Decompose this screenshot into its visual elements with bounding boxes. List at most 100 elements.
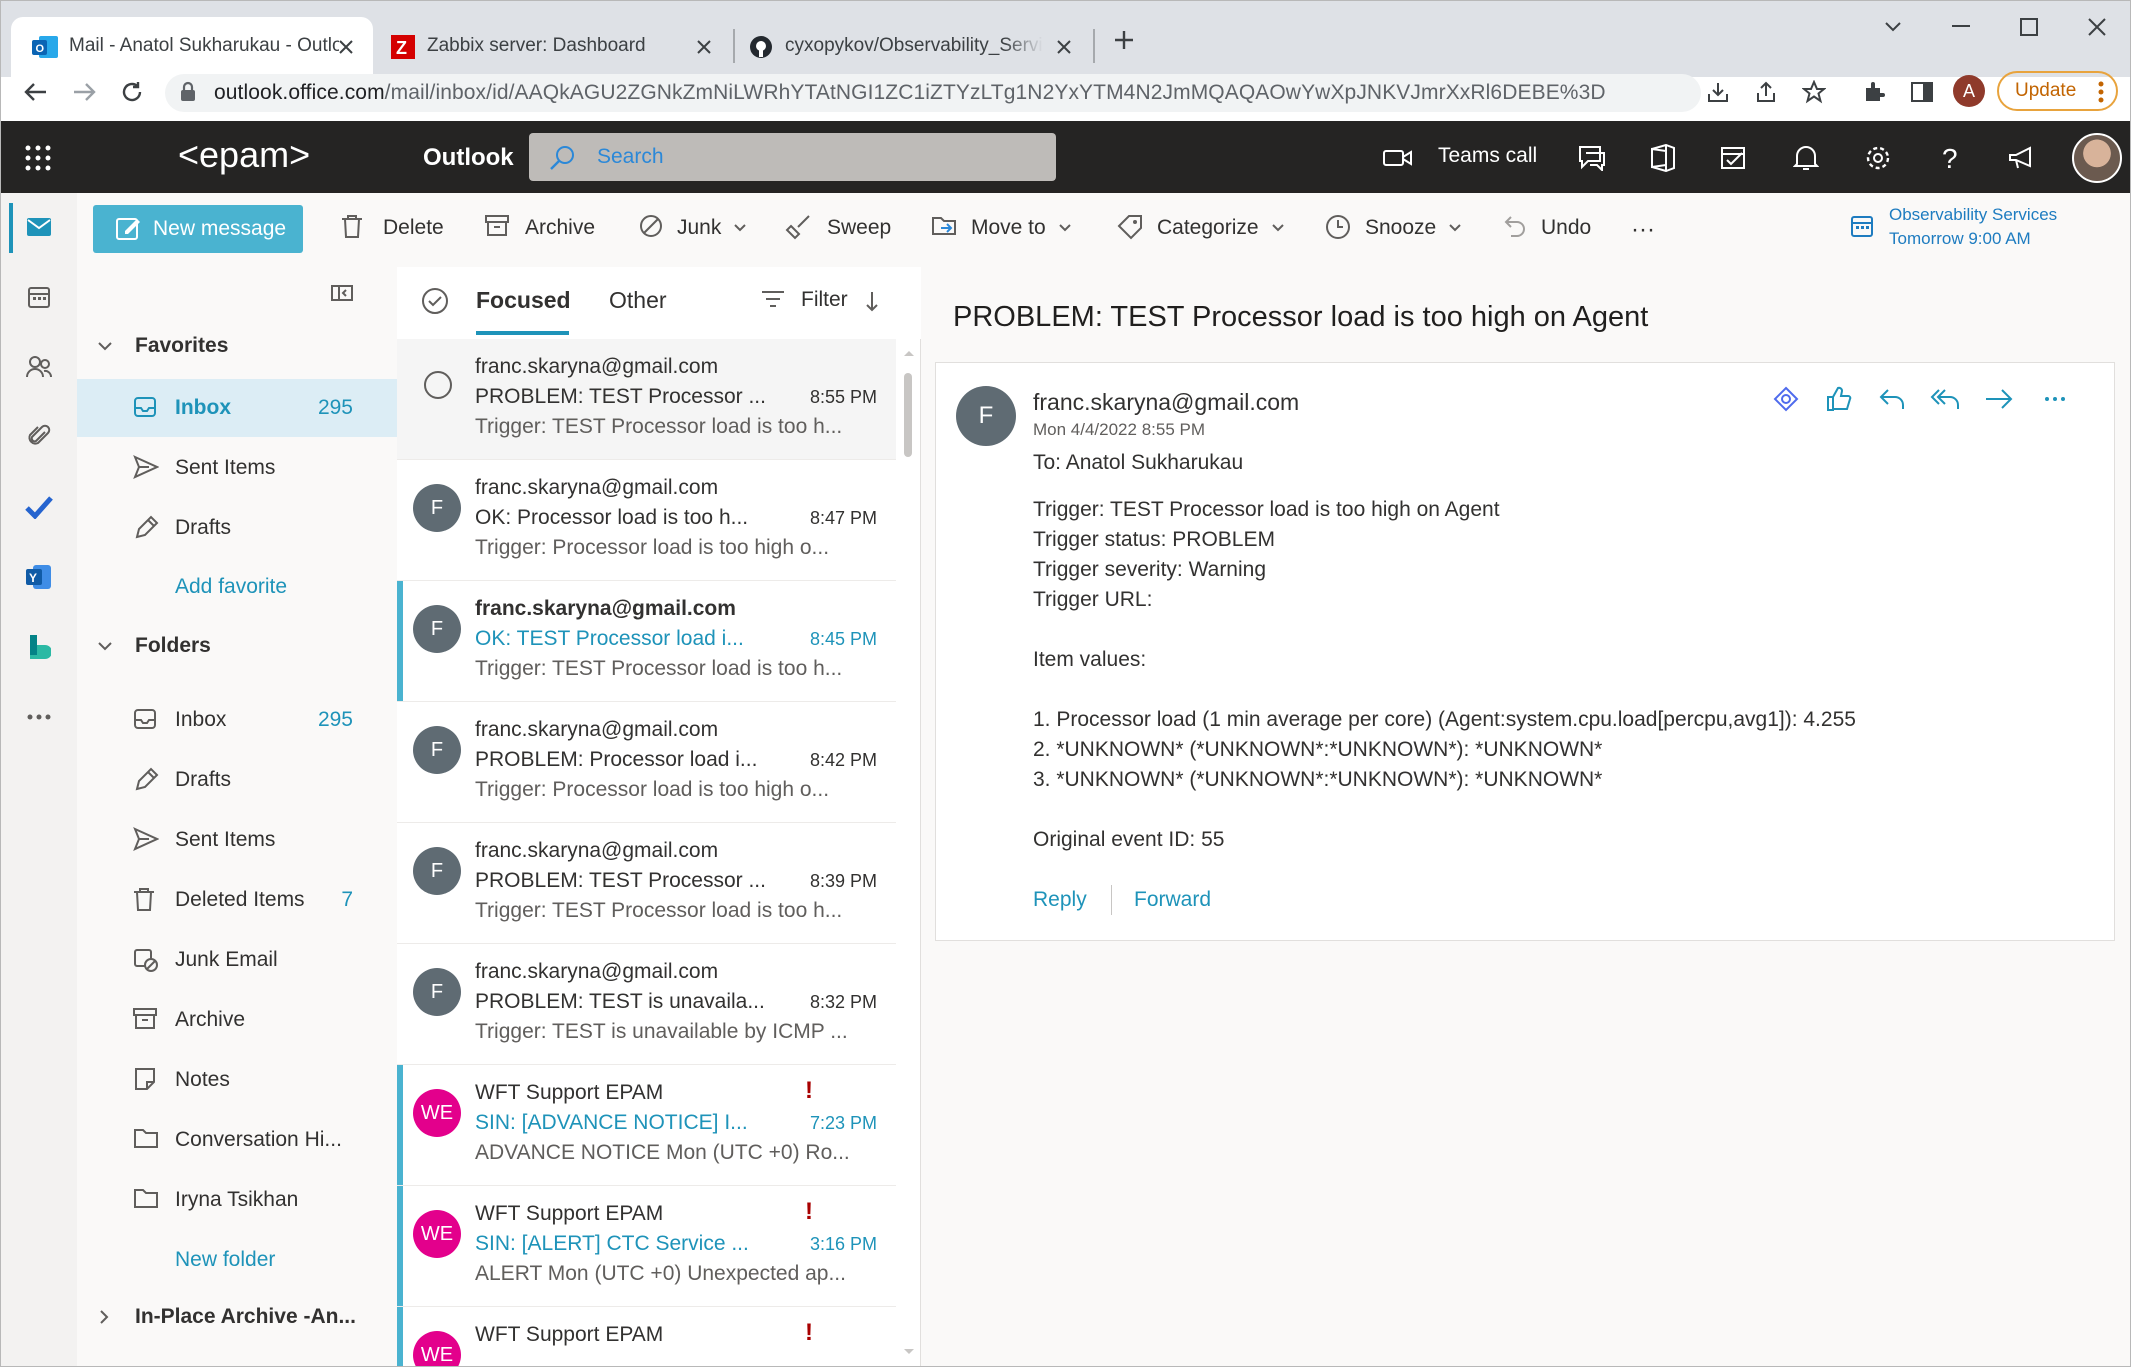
close-tab-icon[interactable] (691, 34, 717, 60)
filter-button[interactable]: Filter (801, 288, 848, 312)
new-message-button[interactable]: New message (93, 205, 303, 253)
message-item[interactable]: F franc.skaryna@gmail.com PROBLEM: TEST … (397, 823, 896, 944)
fav-sent-items[interactable]: Sent Items (77, 439, 397, 497)
folder-drafts[interactable]: Drafts (77, 751, 397, 809)
forward-button[interactable]: Forward (1134, 888, 1211, 912)
more-commands-button[interactable]: ··· (1631, 216, 1655, 244)
teams-call-button[interactable]: Teams call (1438, 144, 1537, 168)
app-launcher-icon[interactable] (25, 145, 51, 171)
bookmark-star-icon[interactable] (1797, 75, 1831, 109)
mail-icon[interactable] (21, 209, 57, 245)
folders-header[interactable]: Folders (97, 634, 211, 658)
reply-icon[interactable] (1874, 381, 1910, 417)
message-item[interactable]: franc.skaryna@gmail.com PROBLEM: TEST Pr… (397, 339, 896, 460)
lock-icon[interactable] (179, 81, 197, 103)
snooze-button[interactable]: Snooze (1325, 215, 1462, 240)
url-text[interactable]: outlook.office.com/mail/inbox/id/AAQkAGU… (214, 81, 1606, 105)
select-checkbox[interactable] (424, 371, 452, 399)
move-to-button[interactable]: Move to (931, 216, 1072, 240)
feedback-megaphone-icon[interactable] (2005, 141, 2039, 175)
more-actions-icon[interactable] (2037, 381, 2073, 417)
yammer-icon[interactable]: Y (21, 559, 57, 595)
sweep-button[interactable]: Sweep (785, 215, 891, 240)
app-name[interactable]: Outlook (423, 144, 514, 172)
search-box[interactable]: Search (529, 133, 1056, 181)
profile-avatar[interactable]: A (1953, 75, 1985, 107)
sender-avatar[interactable]: F (956, 386, 1016, 446)
update-button[interactable]: Update (1997, 71, 2118, 111)
reply-all-icon[interactable] (1927, 381, 1963, 417)
fav-drafts[interactable]: Drafts (77, 499, 397, 557)
folder-inbox[interactable]: Inbox 295 (77, 691, 397, 749)
tab-outlook[interactable]: O Mail - Anatol Sukharukau - Outlo (11, 17, 373, 77)
share-icon[interactable] (1749, 75, 1783, 109)
like-thumb-icon[interactable] (1821, 381, 1857, 417)
message-item[interactable]: WE WFT Support EPAM ! SIN: [ADVANCE NOTI… (397, 1065, 896, 1186)
folder-archive[interactable]: Archive (77, 991, 397, 1049)
epam-logo[interactable]: <epam> (178, 134, 310, 176)
people-icon[interactable] (21, 349, 57, 385)
notifications-bell-icon[interactable] (1789, 141, 1823, 175)
message-item[interactable]: WE WFT Support EPAM ! SIN: [ALERT] CTC S… (397, 1186, 896, 1307)
more-apps-icon[interactable] (21, 699, 57, 735)
loop-icon[interactable] (1768, 381, 1804, 417)
side-panel-icon[interactable] (1905, 75, 1939, 109)
message-item[interactable]: F franc.skaryna@gmail.com OK: Processor … (397, 460, 896, 581)
new-tab-icon[interactable] (1109, 25, 1139, 55)
paperclip-icon[interactable] (21, 419, 57, 455)
favorites-header[interactable]: Favorites (97, 334, 228, 358)
junk-button[interactable]: Junk (639, 215, 747, 240)
archive-button[interactable]: Archive (485, 215, 595, 240)
message-item[interactable]: F franc.skaryna@gmail.com PROBLEM: Proce… (397, 702, 896, 823)
folder-sent-items[interactable]: Sent Items (77, 811, 397, 869)
maximize-icon[interactable] (1999, 7, 2059, 47)
chat-icon[interactable] (1575, 141, 1609, 175)
close-window-icon[interactable] (2067, 7, 2127, 47)
collapse-pane-icon[interactable] (331, 284, 353, 302)
close-tab-icon[interactable] (333, 34, 359, 60)
delete-button[interactable]: Delete (341, 215, 444, 240)
message-item[interactable]: F franc.skaryna@gmail.com PROBLEM: TEST … (397, 944, 896, 1065)
minimize-icon[interactable] (1931, 7, 1991, 47)
undo-button[interactable]: Undo (1503, 216, 1591, 240)
folder-junk-email[interactable]: Junk Email (77, 931, 397, 989)
back-icon[interactable] (19, 75, 53, 109)
folder-conversation-history[interactable]: Conversation Hi... (77, 1111, 397, 1169)
extensions-icon[interactable] (1857, 75, 1891, 109)
new-folder-link[interactable]: New folder (175, 1248, 275, 1272)
video-camera-icon[interactable] (1381, 141, 1415, 175)
tab-other[interactable]: Other (609, 287, 667, 314)
folder-deleted-items[interactable]: Deleted Items 7 (77, 871, 397, 929)
bookings-icon[interactable] (21, 629, 57, 665)
folder-notes[interactable]: Notes (77, 1051, 397, 1109)
todo-check-icon[interactable] (21, 489, 57, 525)
message-item[interactable]: WE WFT Support EPAM ! (397, 1307, 896, 1366)
calendar-icon[interactable] (21, 279, 57, 315)
upcoming-reminder[interactable]: Observability Services Tomorrow 9:00 AM (1889, 203, 2057, 251)
user-avatar[interactable] (2072, 133, 2122, 183)
close-tab-icon[interactable] (1051, 34, 1077, 60)
office-icon[interactable] (1645, 141, 1679, 175)
my-day-icon[interactable] (1717, 141, 1751, 175)
tab-focused[interactable]: Focused (476, 287, 571, 314)
tab-github[interactable]: cyxopykov/Observability_Service (737, 17, 1091, 77)
forward-arrow-icon[interactable] (1981, 381, 2017, 417)
settings-gear-icon[interactable] (1861, 141, 1895, 175)
reply-button[interactable]: Reply (1033, 888, 1087, 912)
tab-zabbix[interactable]: Z Zabbix server: Dashboard (379, 17, 731, 77)
tab-search-chevron-icon[interactable] (1863, 7, 1923, 47)
reload-icon[interactable] (115, 75, 149, 109)
message-item[interactable]: F franc.skaryna@gmail.com OK: TEST Proce… (397, 581, 896, 702)
select-all-check-icon[interactable] (421, 287, 449, 315)
folder-iryna-tsikhan[interactable]: Iryna Tsikhan (77, 1171, 397, 1229)
fav-inbox[interactable]: Inbox 295 (77, 379, 397, 437)
add-favorite-link[interactable]: Add favorite (175, 575, 287, 599)
filter-lines-icon[interactable] (761, 289, 785, 309)
in-place-archive-folder[interactable]: In-Place Archive -An... (99, 1305, 356, 1329)
forward-icon[interactable] (67, 75, 101, 109)
message-list-scrollbar[interactable] (901, 343, 917, 1366)
help-icon[interactable]: ? (1933, 141, 1967, 175)
reading-sender[interactable]: franc.skaryna@gmail.com (1033, 389, 1299, 416)
sort-arrow-icon[interactable] (865, 290, 879, 312)
scrollbar-thumb[interactable] (904, 373, 912, 457)
